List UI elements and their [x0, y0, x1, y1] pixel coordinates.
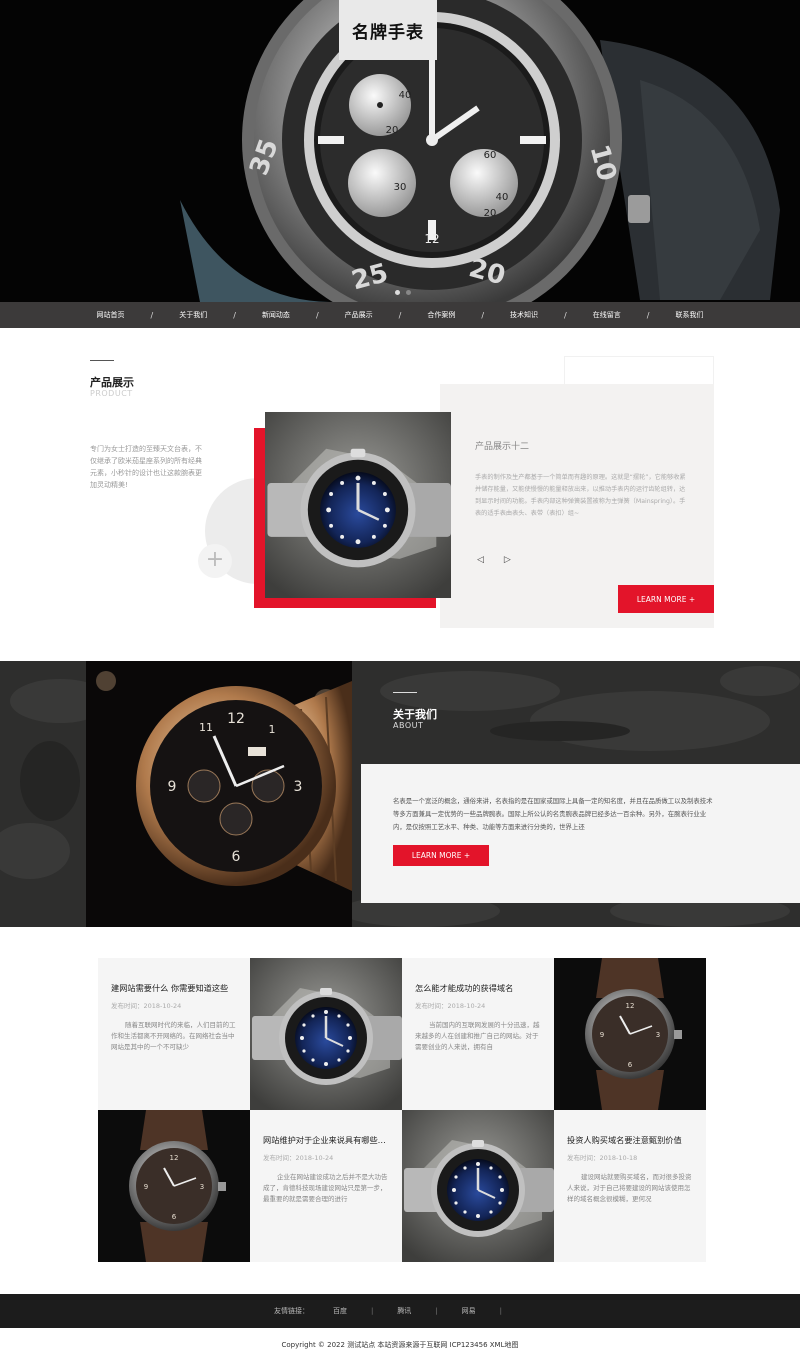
slider-arrows: ◁ ▷ — [477, 555, 511, 565]
watch-image — [250, 958, 402, 1110]
news-title[interactable]: 建网站需要什么 你需要知道这些 — [111, 982, 237, 994]
svg-text:9: 9 — [168, 779, 177, 795]
nav-item-tech[interactable]: 技术知识 — [510, 310, 538, 320]
news-excerpt: 企业在网站建设成功之后并不是大功告成了，肯德科技现场建设网站只是第一步，最重要的… — [263, 1173, 388, 1203]
nav-separator: / — [150, 310, 154, 320]
svg-text:40: 40 — [399, 90, 412, 101]
news-excerpt: 建设网站就要购买域名，而对很多投资人来说，对于自己将要建设的网站该使用怎样的域名… — [567, 1173, 692, 1203]
news-date: 发布时间：2018-10-24 — [111, 1000, 237, 1010]
watch-image — [265, 412, 451, 598]
news-date: 发布时间：2018-10-18 — [567, 1152, 693, 1162]
news-title[interactable]: 网站维护对于企业来说具有哪些作用 — [263, 1134, 389, 1146]
about-text: 名表是一个宽泛的概念，通俗来讲，名表指的是在国家或国际上具备一定的知名度，并且在… — [393, 797, 713, 831]
news-excerpt: 当前国内的互联网发展的十分迅速，越来越多的人在创建和推广自己的网站。对于需要创业… — [415, 1021, 540, 1051]
about-title: 关于我们 — [393, 708, 437, 721]
carousel-dot[interactable] — [406, 290, 411, 295]
nav-separator: / — [398, 310, 402, 320]
news-card[interactable]: 怎么能才能成功的获得域名 发布时间：2018-10-24 当前国内的互联网发展的… — [402, 958, 554, 1110]
svg-text:30: 30 — [394, 182, 407, 193]
news-date-label: 发布时间： — [567, 1154, 600, 1162]
nav-item-contact[interactable]: 联系我们 — [675, 310, 703, 320]
news-card[interactable]: 网站维护对于企业来说具有哪些作用 发布时间：2018-10-24 企业在网站建设… — [250, 1110, 402, 1262]
nav-item-products[interactable]: 产品展示 — [345, 310, 373, 320]
svg-text:20: 20 — [484, 208, 497, 219]
product-item-text: 手表的制作及生产都基于一个简单而有趣的原理。这就是“摆轮”，它能够收紧并储存能量… — [475, 474, 686, 517]
news-date: 发布时间：2018-10-24 — [263, 1152, 389, 1162]
nav-separator: / — [564, 310, 567, 320]
svg-text:20: 20 — [386, 125, 399, 136]
products-subtitle: PRODUCT — [90, 389, 133, 398]
svg-text:60: 60 — [484, 150, 497, 161]
news-card[interactable]: 建网站需要什么 你需要知道这些 发布时间：2018-10-24 随着互联网时代的… — [98, 958, 250, 1110]
news-image[interactable] — [98, 1110, 250, 1262]
link-separator: | — [499, 1307, 503, 1315]
news-date-value: 2018-10-24 — [447, 1002, 486, 1010]
product-learn-more-button[interactable]: LEARN MORE + — [618, 585, 714, 613]
nav-separator: / — [646, 310, 650, 320]
main-navigation: 网站首页 / 关于我们 / 新闻动态 / 产品展示 / 合作案例 / 技术知识 … — [0, 302, 800, 328]
carousel-dot[interactable] — [395, 290, 400, 295]
panel-tab — [564, 356, 714, 384]
carousel-dots — [395, 290, 411, 295]
news-date: 发布时间：2018-10-24 — [415, 1000, 541, 1010]
nav-item-news[interactable]: 新闻动态 — [262, 310, 290, 320]
friend-links-label: 友情链接： — [273, 1307, 309, 1315]
plus-icon[interactable]: + — [198, 544, 232, 578]
friend-link-tencent[interactable]: 腾讯 — [397, 1306, 411, 1316]
products-description: 专门为女士打造的至臻天文台表，不仅继承了欧米茄星座系列的所有经典元素，小秒针的设… — [90, 445, 202, 489]
next-arrow-icon[interactable]: ▷ — [504, 555, 511, 565]
nav-separator: / — [315, 310, 319, 320]
logo-text: 名牌手表 — [352, 22, 424, 43]
svg-text:3: 3 — [294, 779, 303, 795]
news-date-value: 2018-10-18 — [599, 1154, 638, 1162]
svg-text:12: 12 — [227, 711, 245, 727]
gold-watch-image: 12369 11 1 — [86, 661, 352, 927]
svg-text:12: 12 — [424, 232, 439, 246]
products-title: 产品展示 — [90, 376, 134, 389]
section-rule — [393, 692, 417, 693]
news-title[interactable]: 投资人购买域名要注意甄别价值 — [567, 1134, 693, 1146]
product-item-title[interactable]: 产品展示十二 — [475, 439, 529, 452]
friend-links-bar: 友情链接： 百度 | 腾讯 | 网易 | — [0, 1294, 800, 1328]
link-separator: | — [370, 1307, 374, 1315]
news-date-value: 2018-10-24 — [143, 1002, 182, 1010]
about-section: 12 3 6 9 11 1 关于我们 ABOUT — [0, 661, 800, 927]
about-image: 12 3 6 9 11 1 — [86, 661, 352, 927]
section-rule — [90, 360, 114, 361]
friend-link-baidu[interactable]: 百度 — [333, 1306, 347, 1316]
news-date-label: 发布时间： — [111, 1002, 144, 1010]
svg-text:6: 6 — [232, 849, 241, 865]
news-excerpt: 随着互联网时代的来临，人们目前的工作和生活都离不开网络的。在网络社会当中网站是其… — [111, 1021, 236, 1051]
site-logo[interactable]: 名牌手表 — [339, 0, 437, 60]
news-date-label: 发布时间： — [415, 1002, 448, 1010]
svg-text:1: 1 — [269, 723, 276, 736]
nav-separator: / — [481, 310, 485, 320]
about-learn-more-button[interactable]: LEARN MORE + — [393, 845, 489, 866]
news-date-label: 发布时间： — [263, 1154, 296, 1162]
nav-separator: / — [233, 310, 236, 320]
copyright-text: Copyright © 2022 测试站点 本站资源来源于互联网 ICP1234… — [281, 1341, 519, 1349]
news-image[interactable] — [402, 1110, 554, 1262]
news-image[interactable] — [554, 958, 706, 1110]
watch-image — [98, 1110, 250, 1262]
news-title[interactable]: 怎么能才能成功的获得域名 — [415, 982, 541, 994]
prev-arrow-icon[interactable]: ◁ — [477, 555, 484, 565]
news-image[interactable] — [250, 958, 402, 1110]
link-separator: | — [435, 1307, 438, 1315]
hero-banner: 35 25 20 10 20 40 30 60 40 20 12 名牌手表 — [0, 0, 800, 302]
friend-link-netease[interactable]: 网易 — [462, 1306, 476, 1316]
svg-text:40: 40 — [496, 192, 509, 203]
news-card[interactable]: 投资人购买域名要注意甄别价值 发布时间：2018-10-18 建设网站就要购买域… — [554, 1110, 706, 1262]
nav-item-about[interactable]: 关于我们 — [179, 310, 207, 320]
nav-item-cases[interactable]: 合作案例 — [427, 310, 455, 320]
nav-item-home[interactable]: 网站首页 — [97, 310, 125, 320]
nav-item-message[interactable]: 在线留言 — [593, 310, 621, 320]
watch-image — [554, 958, 706, 1110]
svg-text:11: 11 — [199, 721, 213, 734]
watch-image — [402, 1110, 554, 1262]
product-image[interactable] — [265, 412, 451, 598]
about-subtitle: ABOUT — [393, 721, 424, 730]
news-date-value: 2018-10-24 — [295, 1154, 334, 1162]
